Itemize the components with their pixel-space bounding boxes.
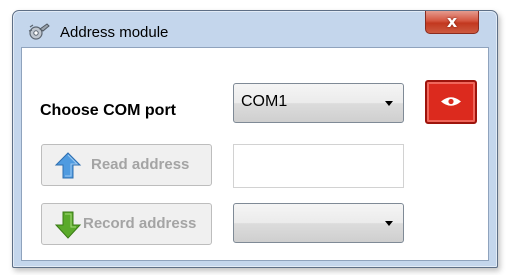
arrow-down-icon: [54, 211, 82, 239]
record-address-label: Record address: [83, 215, 197, 232]
com-port-value: COM1: [241, 93, 288, 110]
chevron-down-icon: [385, 101, 393, 106]
com-port-dropdown[interactable]: COM1: [233, 83, 404, 123]
close-button[interactable]: x: [425, 11, 479, 34]
window-title: Address module: [60, 24, 169, 41]
client-area: Choose COM port COM1 Read address Record…: [21, 47, 489, 261]
eye-icon: [441, 97, 461, 106]
address-field[interactable]: [233, 144, 404, 188]
connect-button[interactable]: [425, 80, 477, 124]
read-address-label: Read address: [91, 156, 190, 173]
close-icon: x: [446, 12, 458, 31]
title-bar[interactable]: Address module x: [13, 11, 497, 47]
com-port-label: Choose COM port: [40, 102, 176, 119]
arrow-up-icon: [54, 152, 82, 179]
address-module-window: Address module x Choose COM port COM1 Re…: [12, 10, 498, 268]
record-address-dropdown[interactable]: [233, 203, 404, 243]
chevron-down-icon: [385, 221, 393, 226]
read-address-button[interactable]: Read address: [41, 144, 212, 186]
gear-wrench-icon: [28, 23, 50, 40]
record-address-button[interactable]: Record address: [41, 203, 212, 245]
